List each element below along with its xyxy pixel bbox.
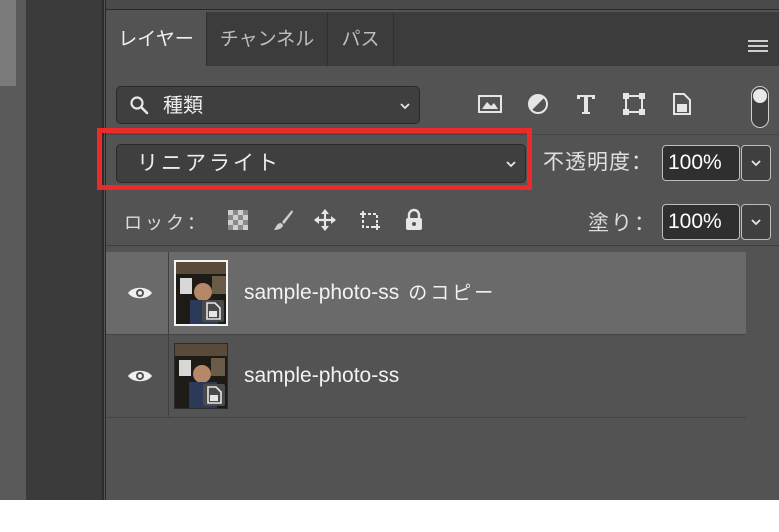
- eye-icon[interactable]: [127, 285, 153, 301]
- layer-name[interactable]: sample-photo-ss: [244, 335, 399, 417]
- smart-object-icon: [207, 386, 222, 404]
- layer-name[interactable]: sample-photo-ss のコピー: [244, 252, 496, 334]
- row-divider: [106, 417, 746, 418]
- hamburger-menu-icon[interactable]: [748, 40, 768, 54]
- layers-panel: レイヤー チャンネル パス 種類 リニアライト 不透明度： 100% ロック： …: [105, 0, 779, 500]
- left-scrollbar-thumb[interactable]: [0, 0, 16, 86]
- lock-all-icon[interactable]: [402, 208, 426, 232]
- layer-thumbnail[interactable]: [174, 343, 228, 409]
- panel-top-edge: [106, 0, 779, 10]
- fill-dropdown-button[interactable]: [741, 204, 771, 240]
- toggle-knob: [753, 89, 767, 103]
- filter-toggle-switch[interactable]: [751, 86, 769, 128]
- tab-layers[interactable]: レイヤー: [106, 12, 207, 66]
- eye-icon[interactable]: [127, 368, 153, 384]
- left-scroll-strip: [0, 0, 26, 500]
- layer-name-main: sample-photo-ss: [244, 364, 400, 387]
- lock-label: ロック：: [124, 213, 208, 234]
- layer-row[interactable]: sample-photo-ss のコピー: [106, 252, 746, 334]
- layers-scroll-track[interactable]: [746, 252, 779, 500]
- chevron-down-icon: [751, 160, 761, 167]
- image-filter-icon[interactable]: [477, 92, 503, 116]
- divider: [106, 245, 779, 246]
- photoshop-window: レイヤー チャンネル パス 種類 リニアライト 不透明度： 100% ロック： …: [0, 0, 779, 500]
- eye-column-divider: [168, 252, 169, 334]
- layer-name-suffix: のコピー: [399, 282, 497, 304]
- panel-tab-bar: レイヤー チャンネル パス: [106, 12, 779, 66]
- filter-kind-label: 種類: [163, 93, 203, 117]
- tab-channels[interactable]: チャンネル: [207, 12, 328, 66]
- chevron-down-icon: [751, 219, 761, 226]
- tab-paths[interactable]: パス: [328, 12, 394, 66]
- layers-list: sample-photo-ss のコピー sample-photo-ss: [106, 252, 746, 420]
- lock-position-icon[interactable]: [313, 208, 337, 232]
- opacity-input[interactable]: 100%: [662, 145, 740, 181]
- type-filter-icon[interactable]: [573, 92, 599, 116]
- smart-object-badge: [202, 300, 224, 322]
- opacity-label: 不透明度：: [543, 150, 653, 174]
- smart-object-filter-icon[interactable]: [669, 92, 695, 116]
- lock-transparent-pixels-icon[interactable]: [226, 208, 250, 232]
- layer-name-main: sample-photo-ss: [244, 281, 400, 304]
- layer-row[interactable]: sample-photo-ss: [106, 335, 746, 417]
- fill-input[interactable]: 100%: [662, 204, 740, 240]
- opacity-dropdown-button[interactable]: [741, 145, 771, 181]
- lock-artboard-icon[interactable]: [358, 208, 382, 232]
- search-icon: [130, 96, 149, 115]
- layer-thumbnail[interactable]: [174, 260, 228, 326]
- eye-column-divider: [168, 335, 169, 417]
- layer-filter-select[interactable]: 種類: [116, 86, 420, 124]
- fill-label: 塗り：: [588, 211, 657, 235]
- shape-filter-icon[interactable]: [621, 92, 647, 116]
- left-panel-area: [26, 0, 104, 500]
- lock-image-pixels-icon[interactable]: [271, 208, 295, 232]
- smart-object-badge: [203, 384, 225, 406]
- chevron-down-icon: [400, 103, 410, 110]
- smart-object-icon: [206, 302, 221, 320]
- blend-mode-highlight-box: [97, 128, 532, 190]
- adjustment-filter-icon[interactable]: [525, 92, 551, 116]
